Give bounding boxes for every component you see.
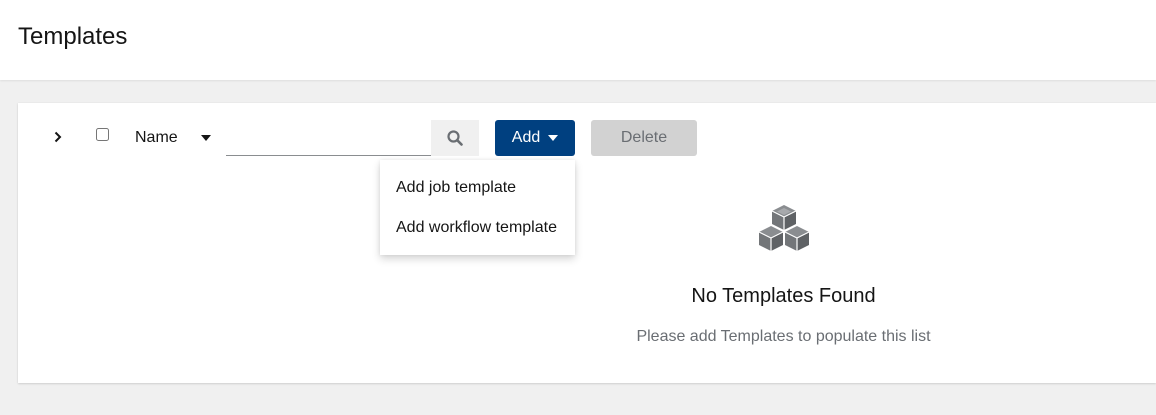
empty-state-title: No Templates Found	[691, 285, 876, 307]
search-input[interactable]	[226, 120, 431, 156]
delete-button[interactable]: Delete	[591, 120, 697, 156]
expand-toggle-button[interactable]	[48, 127, 68, 147]
caret-down-icon	[548, 135, 559, 141]
search-icon	[447, 130, 463, 146]
add-dropdown-menu: Add job template Add workflow template	[380, 160, 575, 255]
empty-state: No Templates Found Please add Templates …	[587, 203, 980, 349]
add-job-template-item[interactable]: Add job template	[380, 168, 575, 208]
page-header: Templates	[0, 0, 1156, 80]
add-workflow-template-item[interactable]: Add workflow template	[380, 208, 575, 248]
add-button[interactable]: Add	[495, 120, 575, 156]
caret-down-icon	[201, 135, 211, 141]
select-all-checkbox[interactable]	[96, 128, 109, 141]
templates-card: Name Add Delete Add job template Add wor…	[18, 103, 1156, 383]
search-button[interactable]	[431, 120, 479, 156]
page-title: Templates	[18, 23, 128, 50]
empty-state-body: Please add Templates to populate this li…	[636, 328, 931, 345]
filter-attribute-label: Name	[135, 129, 178, 146]
chevron-right-icon	[54, 131, 62, 143]
cubes-icon	[758, 205, 809, 251]
filter-attribute-select[interactable]: Name	[135, 120, 227, 156]
add-button-label: Add	[511, 129, 541, 146]
